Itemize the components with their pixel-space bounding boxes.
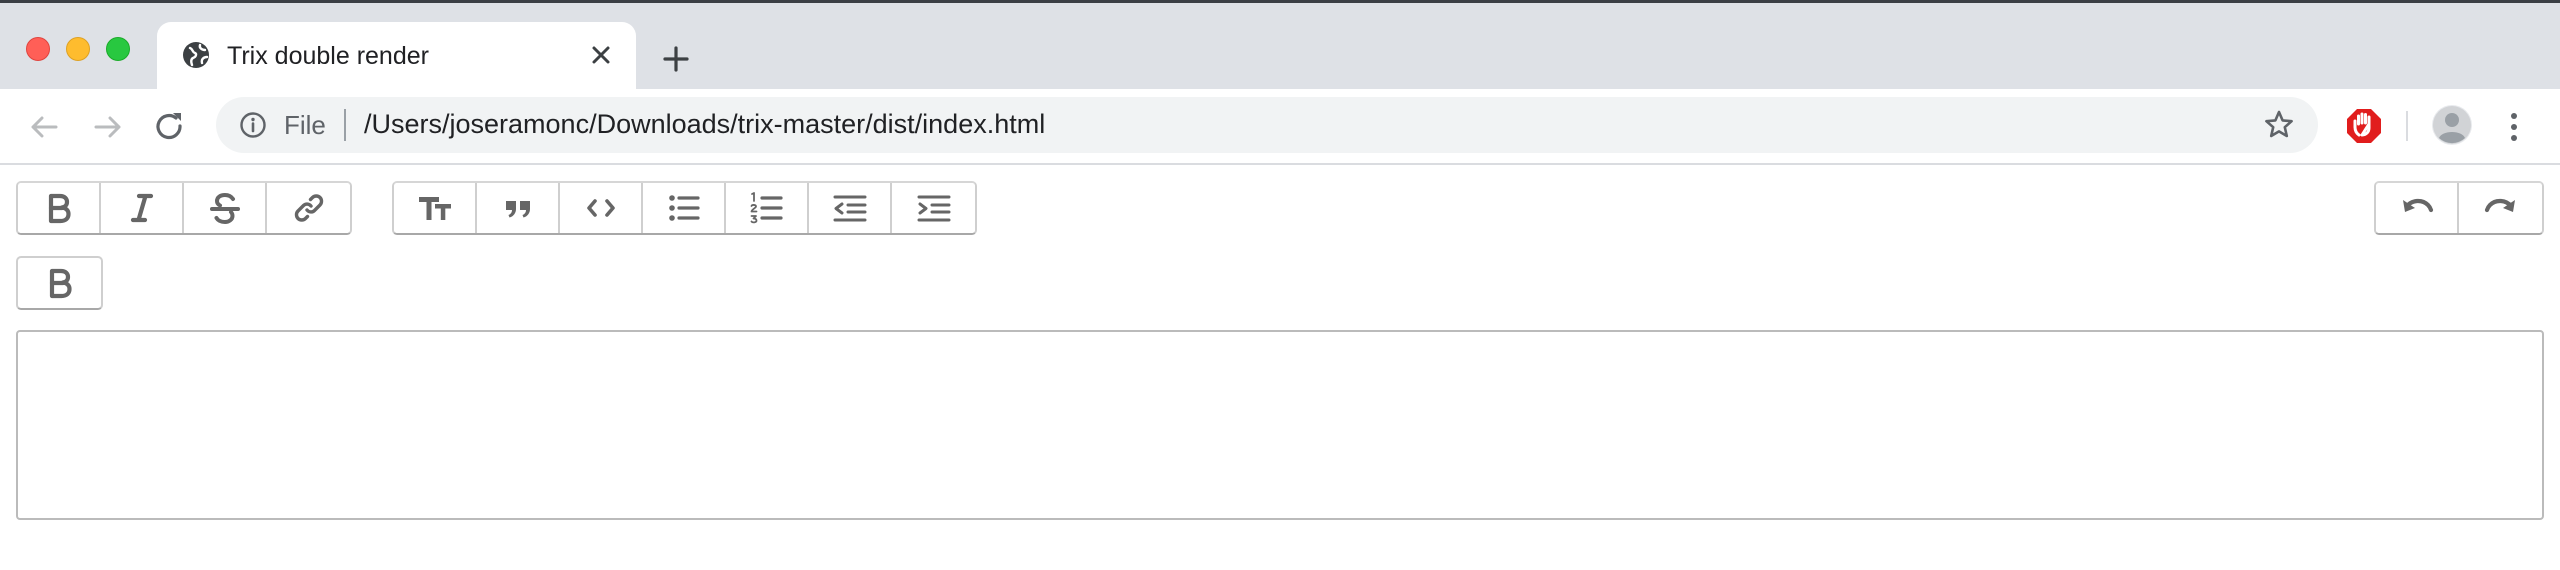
plus-icon[interactable] [660, 43, 692, 75]
outdent-icon [833, 195, 866, 222]
block-tools-group [392, 181, 977, 235]
reload-icon[interactable] [152, 109, 188, 145]
redo-button[interactable] [2459, 183, 2542, 233]
decrease-nesting-button[interactable] [809, 183, 892, 233]
quote-icon [505, 201, 530, 218]
window-maximize-button[interactable] [106, 37, 130, 61]
quote-button[interactable] [477, 183, 560, 233]
bullet-list-icon [668, 195, 700, 221]
kebab-menu-icon[interactable] [2500, 107, 2528, 147]
back-arrow-icon[interactable] [26, 109, 62, 145]
italic-button[interactable] [101, 183, 184, 233]
info-icon[interactable] [238, 110, 268, 140]
bold-button[interactable] [18, 183, 101, 233]
code-icon [586, 199, 615, 217]
stop-hand-icon[interactable] [2344, 106, 2384, 146]
browser-toolbar: File /Users/joseramonc/Downloads/trix-ma… [0, 89, 2560, 165]
text-tools-group [16, 181, 352, 235]
toolbar-divider [2406, 111, 2408, 141]
italic-icon [130, 193, 153, 223]
globe-icon [183, 42, 209, 68]
trix-editor[interactable] [16, 330, 2544, 520]
scheme-label: File [284, 110, 326, 140]
url-text[interactable]: /Users/joseramonc/Downloads/trix-master/… [364, 109, 1045, 140]
heading-button[interactable] [394, 183, 477, 233]
redo-icon [2484, 198, 2515, 213]
address-bar[interactable]: File /Users/joseramonc/Downloads/trix-ma… [216, 97, 2318, 153]
omnibox-divider [344, 109, 346, 141]
code-button[interactable] [560, 183, 643, 233]
increase-nesting-button[interactable] [892, 183, 975, 233]
person-icon [2433, 106, 2471, 144]
history-tools-group [2374, 181, 2544, 235]
undo-button[interactable] [2376, 183, 2459, 233]
close-icon[interactable] [587, 41, 615, 69]
tab-active[interactable]: Trix double render [157, 22, 636, 93]
numbered-list-icon [750, 192, 783, 224]
undo-icon [2402, 198, 2433, 213]
profile-icon[interactable] [2432, 105, 2472, 145]
second-toolbar-bold-button[interactable] [16, 256, 103, 310]
star-icon[interactable] [2262, 108, 2296, 142]
window-close-button[interactable] [26, 37, 50, 61]
indent-icon [917, 195, 950, 222]
tab-title: Trix double render [227, 42, 429, 70]
bold-icon [49, 268, 72, 299]
strikethrough-icon [209, 193, 240, 224]
forward-arrow-icon[interactable] [90, 109, 126, 145]
tab-strip: Trix double render [0, 0, 2560, 93]
link-button[interactable] [267, 183, 350, 233]
link-icon [294, 194, 323, 222]
bold-icon [48, 193, 71, 224]
window-minimize-button[interactable] [66, 37, 90, 61]
numbered-list-button[interactable] [726, 183, 809, 233]
bullet-list-button[interactable] [643, 183, 726, 233]
strike-button[interactable] [184, 183, 267, 233]
heading-icon [418, 197, 451, 220]
